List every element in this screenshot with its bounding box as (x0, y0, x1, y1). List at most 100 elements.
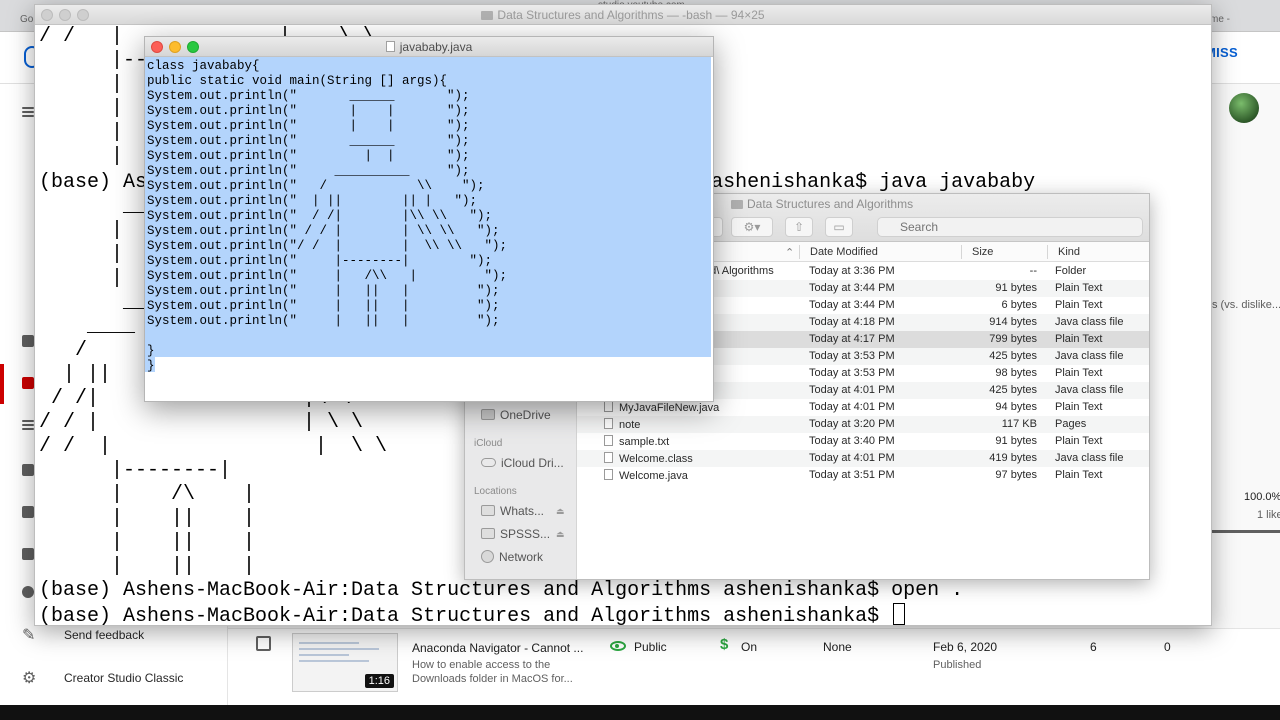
analytics-icon[interactable] (22, 464, 34, 476)
likes-count: 1 like (1257, 509, 1280, 521)
code-line: System.out.println(" | || || | "); (147, 194, 478, 208)
terminal-title: Data Structures and Algorithms — -bash —… (497, 8, 765, 22)
editor-titlebar[interactable]: javababy.java (145, 37, 713, 57)
video-thumbnail[interactable]: 1:16 (292, 633, 398, 692)
terminal-line: | || | (39, 531, 256, 554)
file-icon (604, 435, 613, 446)
disk-icon (481, 528, 495, 539)
file-date: Today at 3:53 PM (809, 350, 895, 362)
file-icon (604, 452, 613, 463)
code-line: System.out.println(" | | "); (147, 104, 470, 118)
date-value: Feb 6, 2020 (933, 640, 998, 654)
terminal-line: (base) Ashens-MacBook-Air:Data Structure… (39, 579, 964, 602)
avatar[interactable] (1229, 93, 1259, 123)
code-editor[interactable]: class javababy{public static void main(S… (145, 57, 713, 401)
file-size: -- (1029, 265, 1037, 277)
file-name: sample.txt (604, 435, 669, 448)
videos-icon[interactable] (22, 377, 34, 389)
file-name-label: Welcome.class (619, 453, 693, 465)
dashboard-icon[interactable] (22, 335, 34, 347)
list-item[interactable]: Welcome.class Today at 4:01 PM 419 bytes Ja… (577, 450, 1149, 467)
share-icon: ⇧ (793, 220, 805, 234)
monetization-value[interactable]: On (741, 640, 757, 654)
code-line: System.out.println(" __________ "); (147, 164, 470, 178)
browser-tab[interactable]: Go (20, 14, 33, 25)
file-kind: Plain Text (1055, 435, 1103, 447)
folder-icon (481, 11, 494, 20)
file-kind: Plain Text (1055, 401, 1103, 413)
code-line: } (147, 359, 155, 373)
creator-studio-classic-link[interactable]: Creator Studio Classic (64, 671, 183, 685)
code-line: System.out.println(" ______ "); (147, 89, 470, 103)
settings-icon[interactable] (22, 586, 34, 598)
sidebar-item-whats[interactable]: Whats... (481, 504, 544, 518)
file-kind: Plain Text (1055, 367, 1103, 379)
network-globe-icon (481, 550, 494, 563)
file-kind: Plain Text (1055, 333, 1103, 345)
column-date-modified[interactable]: Date Modified (810, 246, 878, 258)
file-date: Today at 4:01 PM (809, 401, 895, 413)
code-line: System.out.println(" ______ "); (147, 134, 470, 148)
editor-title-wrap: javababy.java (145, 40, 713, 54)
column-size[interactable]: Size (972, 246, 993, 258)
list-item[interactable]: note Today at 3:20 PM 117 KB Pages (577, 416, 1149, 433)
sort-chevron-icon[interactable]: ⌃ (785, 246, 794, 259)
file-size: 419 bytes (989, 452, 1037, 464)
playlists-icon[interactable] (22, 420, 34, 422)
search-input[interactable] (877, 217, 1143, 237)
file-kind: Pages (1055, 418, 1087, 430)
menu-icon[interactable] (22, 107, 34, 109)
file-icon (604, 401, 613, 412)
sidebar-item-onedrive[interactable]: OneDrive (481, 408, 551, 422)
file-date: Today at 3:53 PM (809, 367, 895, 379)
file-date: Today at 3:36 PM (809, 265, 895, 277)
file-date: Today at 4:18 PM (809, 316, 895, 328)
terminal-line: | (39, 97, 124, 120)
tags-button[interactable]: ▭ (825, 217, 853, 237)
browser-tab[interactable]: me - (1210, 14, 1230, 25)
file-name: note (604, 418, 640, 431)
date-status: Published (933, 659, 982, 671)
sidebar-item-network[interactable]: Network (481, 550, 543, 564)
sidebar-item-label: Network (499, 550, 544, 564)
file-size: 799 bytes (989, 333, 1037, 345)
send-feedback-link[interactable]: Send feedback (64, 628, 144, 642)
sidebar-item-spss[interactable]: SPSSS... (481, 527, 550, 541)
file-kind: Java class file (1055, 350, 1124, 362)
terminal-line: |--------| (39, 459, 232, 482)
file-date: Today at 4:01 PM (809, 384, 895, 396)
action-gear-button[interactable]: ⚙▾ (731, 217, 773, 237)
terminal-titlebar[interactable]: Data Structures and Algorithms — -bash —… (35, 5, 1211, 25)
sidebar-item-icloud-drive[interactable]: iCloud Dri... (481, 456, 564, 470)
code-line: public static void main(String [] args){ (147, 74, 448, 88)
file-size: 98 bytes (995, 367, 1037, 379)
file-date: Today at 3:51 PM (809, 469, 895, 481)
tag-icon: ▭ (833, 220, 845, 234)
sidebar-item-label: SPSSS... (500, 527, 551, 541)
list-item[interactable]: Welcome.java Today at 3:51 PM 97 bytes Plai… (577, 467, 1149, 484)
eject-icon[interactable]: ⏏ (556, 506, 565, 517)
comments-value: 0 (1164, 640, 1171, 654)
column-kind[interactable]: Kind (1058, 246, 1080, 258)
file-size: 425 bytes (989, 350, 1037, 362)
file-size: 6 bytes (1001, 299, 1037, 311)
file-kind: Folder (1055, 265, 1087, 277)
comments-icon[interactable] (22, 506, 34, 518)
terminal-line: | (39, 121, 124, 144)
terminal-prompt-line[interactable]: (base) Ashens-MacBook-Air:Data Structure… (39, 603, 906, 625)
subtitles-icon[interactable] (22, 548, 34, 560)
file-kind: Java class file (1055, 384, 1124, 396)
video-title[interactable]: Anaconda Navigator - Cannot ... (412, 641, 583, 655)
code-line: class javababy{ (147, 59, 260, 73)
list-item[interactable]: sample.txt Today at 3:40 PM 91 bytes Plain … (577, 433, 1149, 450)
text-editor-window[interactable]: javababy.java class javababy{public stat… (144, 36, 714, 402)
eject-icon[interactable]: ⏏ (556, 529, 565, 540)
visibility-value[interactable]: Public (634, 640, 667, 654)
terminal-cursor (893, 603, 906, 625)
file-kind: Java class file (1055, 452, 1124, 464)
row-checkbox[interactable] (256, 636, 271, 651)
share-button[interactable]: ⇧ (785, 217, 813, 237)
cloud-icon (481, 458, 496, 467)
code-line: System.out.println(" | || | "); (147, 284, 500, 298)
likes-percent: 100.0% (1244, 491, 1280, 503)
